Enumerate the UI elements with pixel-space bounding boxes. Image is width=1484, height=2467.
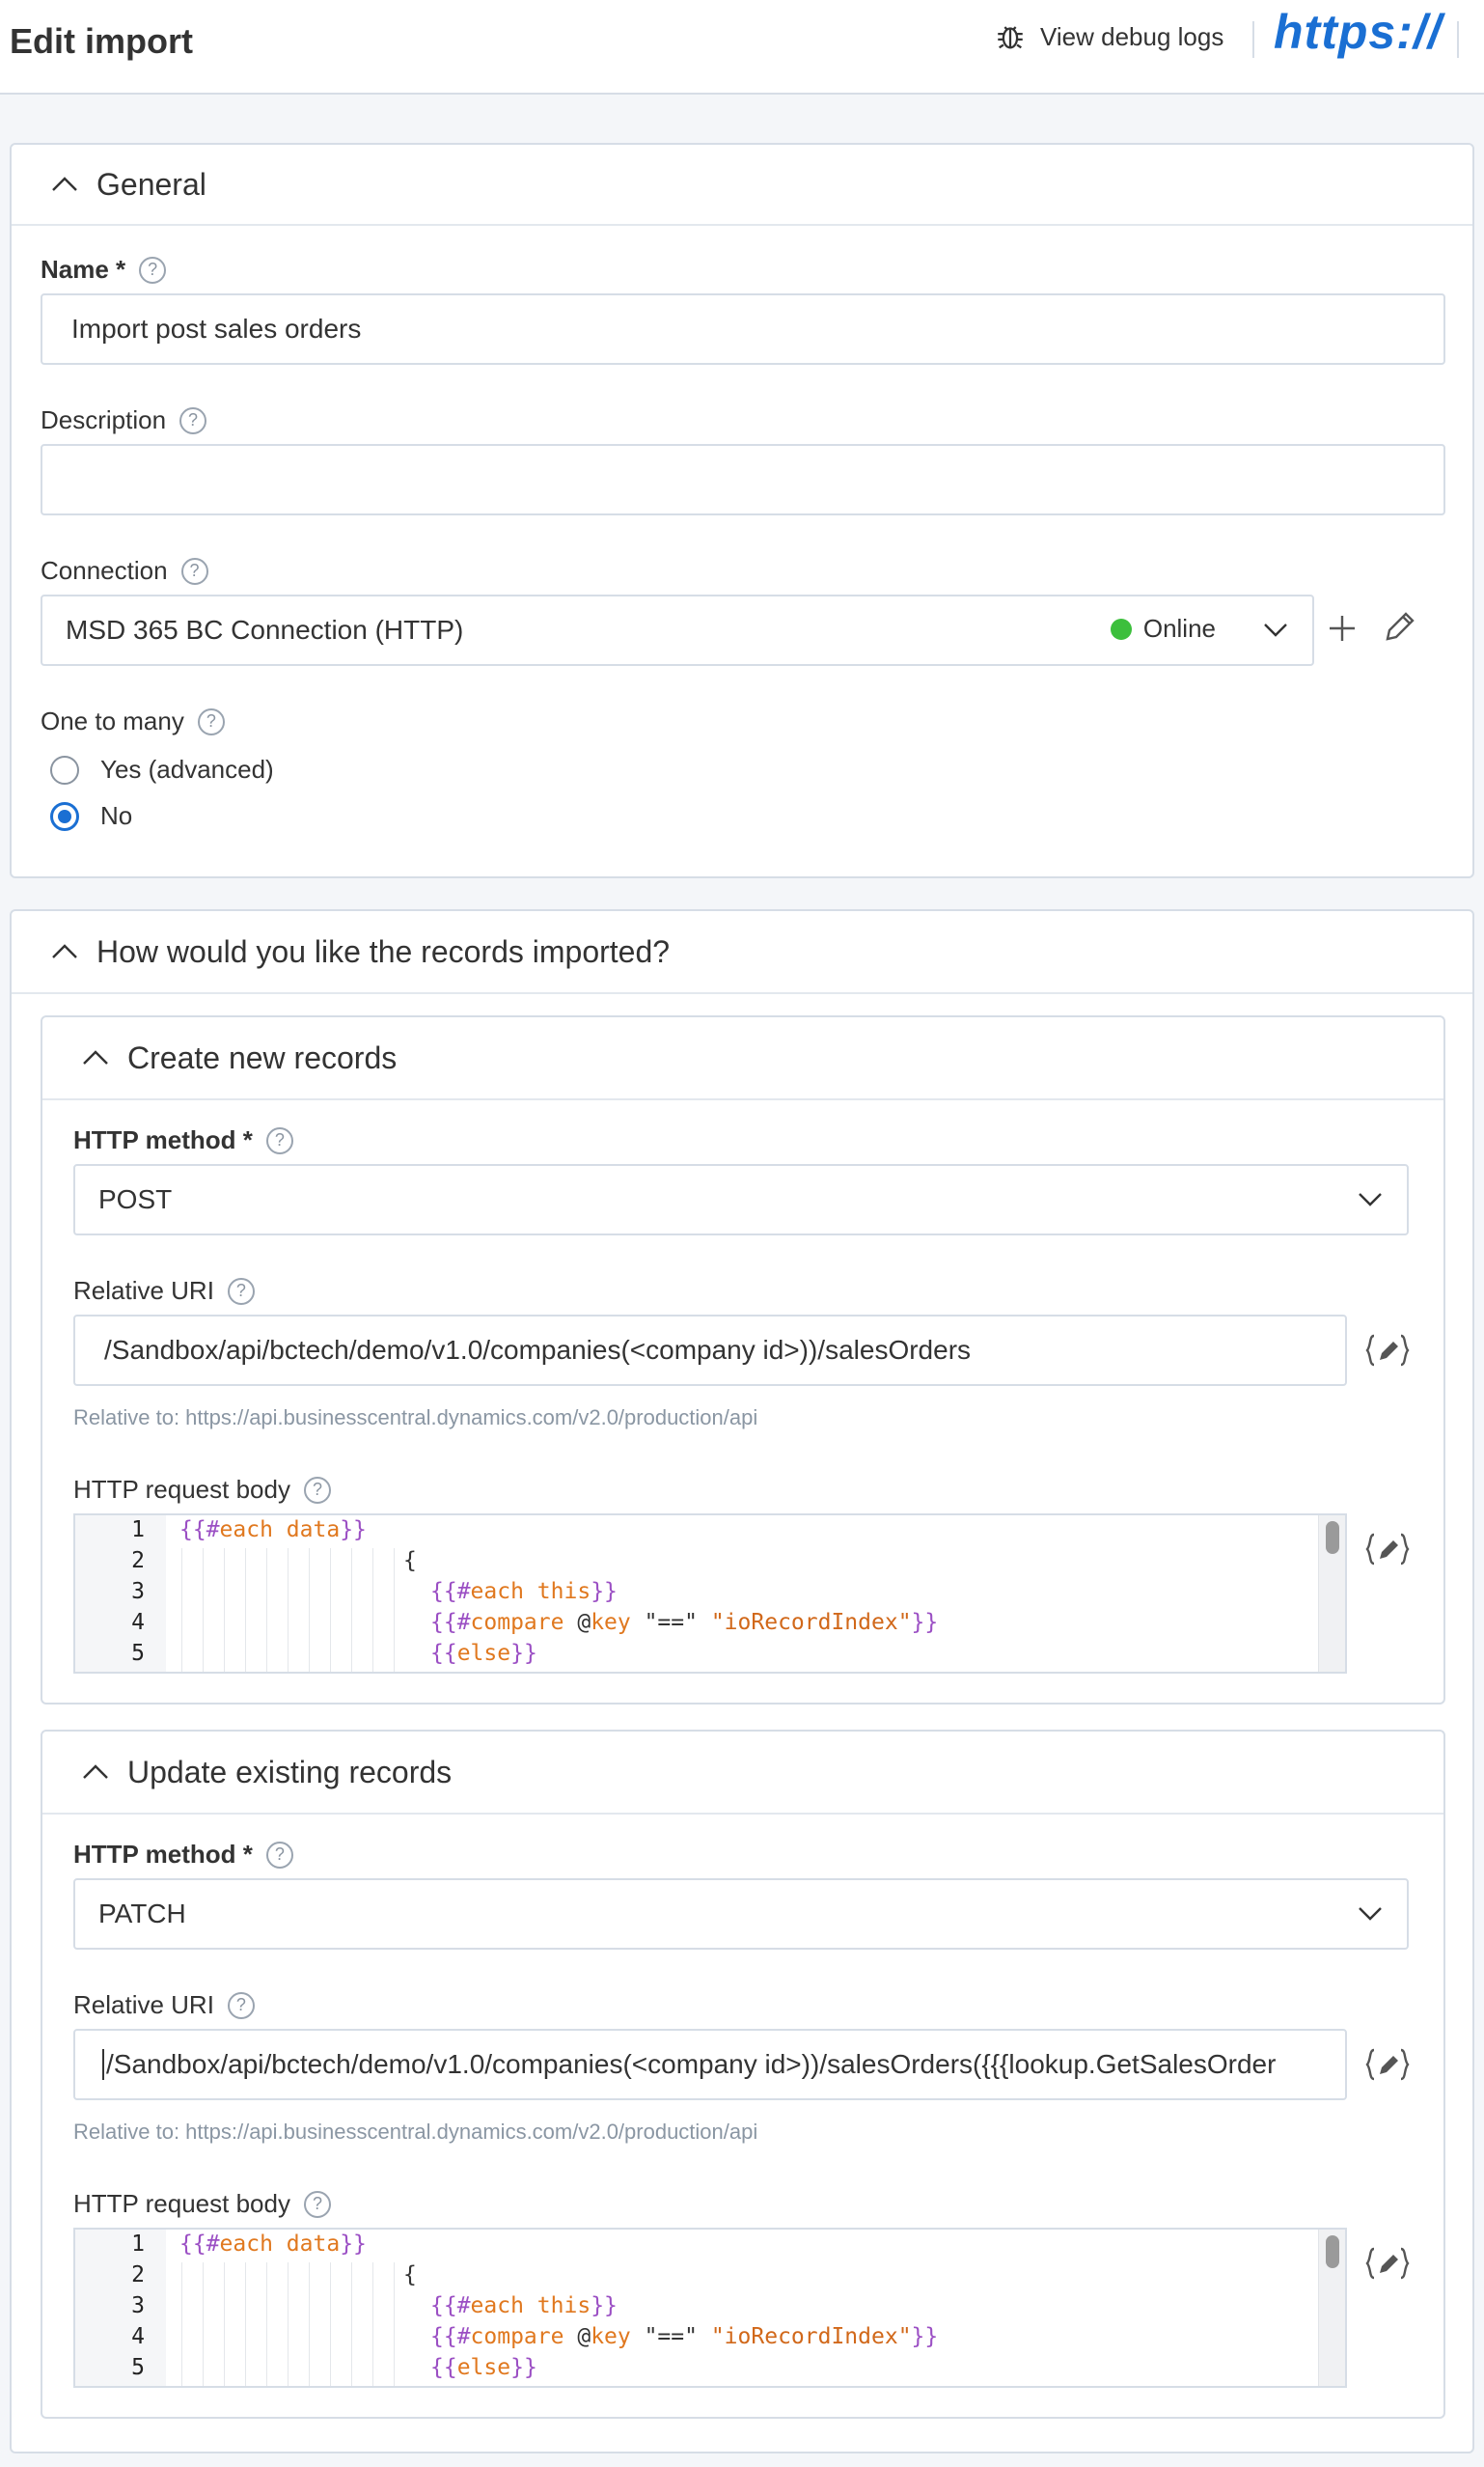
connection-select[interactable]: MSD 365 BC Connection (HTTP) Online: [41, 595, 1314, 666]
help-icon[interactable]: ?: [265, 1126, 293, 1154]
line-number: 5: [131, 1641, 145, 1666]
scrollbar-thumb[interactable]: [1326, 2235, 1339, 2268]
http-request-body-label: HTTP request body ?: [73, 1475, 331, 1505]
line-number: 4: [131, 1610, 145, 1635]
name-label: Name * ?: [41, 255, 167, 285]
name-input[interactable]: Import post sales orders: [41, 293, 1445, 365]
request-body-code-editor[interactable]: 1 2 3 4 5 {{#each data}} { {{#each this}…: [73, 1513, 1347, 1674]
line-number: 2: [131, 2262, 145, 2287]
line-number: 2: [131, 1548, 145, 1573]
help-icon[interactable]: ?: [303, 2190, 331, 2218]
help-icon[interactable]: ?: [179, 406, 207, 434]
chevron-up-icon: [83, 1050, 108, 1065]
bug-icon: [998, 26, 1023, 49]
update-records-title: Update existing records: [127, 1754, 453, 1789]
code-line: {{else}}: [430, 1641, 537, 1666]
code-line: {: [403, 1548, 417, 1573]
help-icon[interactable]: ?: [303, 1476, 331, 1504]
scrollbar[interactable]: [1318, 1515, 1345, 1672]
code-line: {{#each this}}: [430, 1579, 618, 1604]
radio-no[interactable]: No: [50, 801, 132, 831]
page-title: Edit import: [10, 21, 193, 61]
http-method-select[interactable]: PATCH: [73, 1878, 1409, 1950]
handlebars-editor-icon[interactable]: [1364, 1531, 1411, 1567]
relative-uri-label: Relative URI ?: [73, 1990, 255, 2020]
http-method-label: HTTP method * ?: [73, 1125, 293, 1155]
code-line: {{else}}: [430, 2355, 537, 2380]
relative-uri-hint: Relative to: https://api.businesscentral…: [73, 1405, 758, 1429]
relative-uri-label: Relative URI ?: [73, 1276, 255, 1306]
radio-button-selected[interactable]: [50, 801, 79, 831]
connection-value: MSD 365 BC Connection (HTTP): [66, 615, 464, 645]
line-number: 1: [131, 1517, 145, 1542]
relative-uri-input[interactable]: /Sandbox/api/bctech/demo/v1.0/companies(…: [73, 2029, 1347, 2100]
create-records-title: Create new records: [127, 1039, 398, 1075]
description-input[interactable]: [41, 444, 1445, 515]
chevron-up-icon: [52, 944, 77, 958]
help-icon[interactable]: ?: [197, 707, 225, 735]
debug-label: View debug logs: [1040, 21, 1224, 51]
divider: [1252, 21, 1254, 58]
handlebars-editor-icon[interactable]: [1364, 2245, 1411, 2282]
code-line: {{#each data}}: [179, 2231, 367, 2257]
http-method-select[interactable]: POST: [73, 1164, 1409, 1235]
add-connection-icon[interactable]: [1326, 612, 1359, 645]
line-number: 1: [131, 2231, 145, 2257]
radio-yes-advanced[interactable]: Yes (advanced): [50, 755, 274, 785]
request-body-code-editor[interactable]: 1 2 3 4 5 {{#each data}} { {{#each this}…: [73, 2228, 1347, 2388]
line-number: 3: [131, 2293, 145, 2318]
relative-uri-hint: Relative to: https://api.businesscentral…: [73, 2120, 758, 2144]
help-icon[interactable]: ?: [139, 256, 167, 284]
scrollbar-thumb[interactable]: [1326, 1521, 1339, 1554]
records-panel: How would you like the records imported?…: [10, 909, 1474, 2453]
code-line: {: [403, 2262, 417, 2287]
create-records-panel: Create new records HTTP method * ? POST …: [41, 1015, 1445, 1705]
divider: [1457, 21, 1459, 58]
status-text: Online: [1142, 614, 1216, 643]
help-icon[interactable]: ?: [227, 1991, 255, 2019]
chevron-down-icon: [1264, 624, 1287, 637]
help-icon[interactable]: ?: [227, 1277, 255, 1305]
indent-guides: [181, 2262, 403, 2386]
chevron-up-icon: [83, 1764, 108, 1779]
scrollbar[interactable]: [1318, 2230, 1345, 2386]
update-records-panel: Update existing records HTTP method * ? …: [41, 1730, 1445, 2419]
edit-pencil-icon[interactable]: [1380, 608, 1418, 647]
chevron-down-icon: [1359, 1193, 1382, 1206]
line-number: 3: [131, 1579, 145, 1604]
indent-guides: [181, 1548, 403, 1672]
radio-button[interactable]: [50, 755, 79, 785]
code-line: {{#compare @key "==" "ioRecordIndex"}}: [430, 2324, 939, 2349]
top-bar: Edit import View debug logs https://: [0, 0, 1484, 95]
description-label: Description ?: [41, 405, 207, 435]
code-line: {{#each data}}: [179, 1517, 367, 1542]
records-section-header[interactable]: How would you like the records imported?: [12, 911, 1472, 994]
https-logo: https://: [1274, 5, 1443, 59]
online-status-dot: [1110, 618, 1132, 640]
chevron-down-icon: [1359, 1907, 1382, 1921]
handlebars-editor-icon[interactable]: [1364, 2046, 1411, 2083]
chevron-up-icon: [52, 177, 77, 191]
update-records-header[interactable]: Update existing records: [42, 1732, 1443, 1815]
help-icon[interactable]: ?: [265, 1841, 293, 1869]
general-section-title: General: [96, 166, 206, 202]
handlebars-editor-icon[interactable]: [1364, 1332, 1411, 1369]
general-panel: General Name * ? Import post sales order…: [10, 143, 1474, 878]
view-debug-logs-button[interactable]: View debug logs: [994, 19, 1223, 54]
line-number: 4: [131, 2324, 145, 2349]
code-line: {{#each this}}: [430, 2293, 618, 2318]
one-to-many-label: One to many ?: [41, 707, 225, 736]
help-icon[interactable]: ?: [180, 557, 208, 585]
connection-status: Online: [1110, 614, 1216, 644]
general-section-header[interactable]: General: [12, 145, 1472, 226]
create-records-header[interactable]: Create new records: [42, 1017, 1443, 1100]
connection-label: Connection ?: [41, 556, 208, 586]
http-request-body-label: HTTP request body ?: [73, 2189, 331, 2219]
records-section-title: How would you like the records imported?: [96, 933, 671, 969]
relative-uri-input[interactable]: /Sandbox/api/bctech/demo/v1.0/companies(…: [73, 1315, 1347, 1386]
line-number: 5: [131, 2355, 145, 2380]
http-method-label: HTTP method * ?: [73, 1840, 293, 1870]
code-line: {{#compare @key "==" "ioRecordIndex"}}: [430, 1610, 939, 1635]
